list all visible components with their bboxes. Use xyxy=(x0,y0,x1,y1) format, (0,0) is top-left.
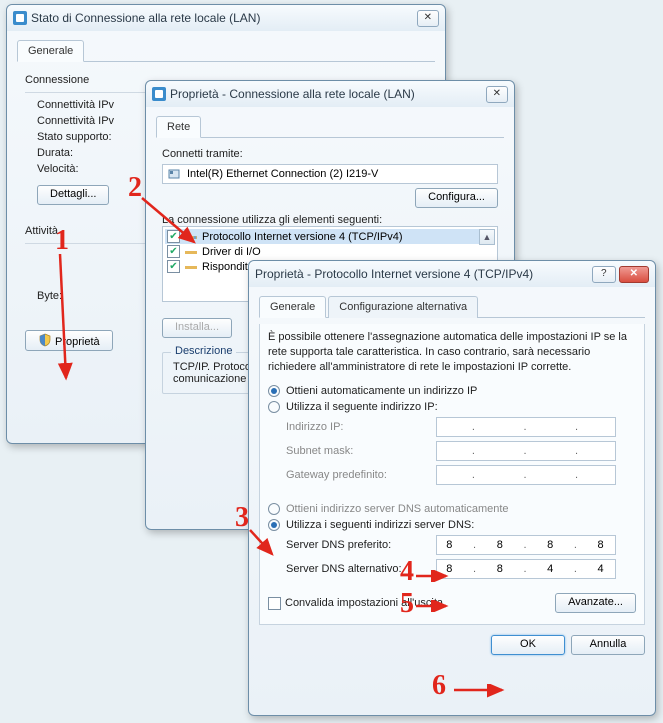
scroll-up-button[interactable]: ▲ xyxy=(479,229,495,245)
close-button[interactable]: ✕ xyxy=(417,10,439,27)
gateway-field: ... xyxy=(436,465,616,485)
section-description: Descrizione xyxy=(171,345,236,357)
ip-address-field: ... xyxy=(436,417,616,437)
protocol-icon xyxy=(184,261,198,273)
cancel-button[interactable]: Annulla xyxy=(571,635,645,655)
label-manual-ip: Utilizza il seguente indirizzo IP: xyxy=(286,401,438,413)
label-ip-address: Indirizzo IP: xyxy=(286,421,436,433)
properties-button[interactable]: Proprietà xyxy=(25,330,113,351)
radio-auto-ip[interactable] xyxy=(268,385,280,397)
label-uses-elements: La connessione utilizza gli elementi seg… xyxy=(162,214,498,226)
subnet-mask-field: ... xyxy=(436,441,616,461)
window-title: Stato di Connessione alla rete locale (L… xyxy=(31,11,414,25)
tabstrip: Generale xyxy=(17,39,435,62)
dns-preferred-field[interactable]: 8.8.8.8 xyxy=(436,535,616,555)
radio-manual-dns[interactable] xyxy=(268,519,280,531)
adapter-name: Intel(R) Ethernet Connection (2) I219-V xyxy=(187,168,378,180)
protocol-icon xyxy=(184,231,198,243)
install-button[interactable]: Installa... xyxy=(162,318,232,338)
close-button[interactable]: ✕ xyxy=(619,266,649,283)
tab-general[interactable]: Generale xyxy=(17,40,84,62)
window-title: Proprietà - Protocollo Internet versione… xyxy=(255,267,589,281)
tab-general[interactable]: Generale xyxy=(259,296,326,318)
tabstrip: Rete xyxy=(156,115,504,138)
network-icon xyxy=(152,87,166,101)
tcpip-properties-window: Proprietà - Protocollo Internet versione… xyxy=(248,260,656,716)
tab-network[interactable]: Rete xyxy=(156,116,201,138)
list-item-label: Protocollo Internet versione 4 (TCP/IPv4… xyxy=(202,231,403,243)
label-dns-alternate: Server DNS alternativo: xyxy=(286,563,436,575)
list-item-tcpip4[interactable]: ✔ Protocollo Internet versione 4 (TCP/IP… xyxy=(165,229,479,244)
label-subnet-mask: Subnet mask: xyxy=(286,445,436,457)
window-title: Proprietà - Connessione alla rete locale… xyxy=(170,87,483,101)
label-auto-ip: Ottieni automaticamente un indirizzo IP xyxy=(286,385,477,397)
titlebar[interactable]: Stato di Connessione alla rete locale (L… xyxy=(7,5,445,31)
network-icon xyxy=(13,11,27,25)
radio-auto-dns[interactable] xyxy=(268,503,280,515)
advanced-button[interactable]: Avanzate... xyxy=(555,593,636,613)
label-gateway: Gateway predefinito: xyxy=(286,469,436,481)
configure-button[interactable]: Configura... xyxy=(415,188,498,208)
checkbox-icon[interactable]: ✔ xyxy=(167,260,180,273)
shield-icon xyxy=(38,333,52,347)
properties-button-label: Proprietà xyxy=(55,336,100,348)
adapter-icon xyxy=(167,167,183,181)
tabstrip: Generale Configurazione alternativa xyxy=(259,295,645,318)
ok-button[interactable]: OK xyxy=(491,635,565,655)
dns-alternate-field[interactable]: 8.8.4.4 xyxy=(436,559,616,579)
checkbox-icon[interactable]: ✔ xyxy=(167,245,180,258)
checkbox-validate[interactable]: ✔ xyxy=(268,597,281,610)
intro-text: È possibile ottenere l'assegnazione auto… xyxy=(268,330,636,375)
label-dns-preferred: Server DNS preferito: xyxy=(286,539,436,551)
label-validate: Convalida impostazioni all'uscita xyxy=(285,597,443,609)
titlebar[interactable]: Proprietà - Connessione alla rete locale… xyxy=(146,81,514,107)
details-button[interactable]: Dettagli... xyxy=(37,185,109,205)
label-connect-via: Connetti tramite: xyxy=(162,148,498,160)
radio-manual-ip[interactable] xyxy=(268,401,280,413)
list-item-label: Driver di I/O xyxy=(202,246,261,258)
protocol-icon xyxy=(184,246,198,258)
help-button[interactable]: ? xyxy=(592,266,616,283)
list-item-iodriver[interactable]: ✔ Driver di I/O xyxy=(165,244,479,259)
tab-alt-config[interactable]: Configurazione alternativa xyxy=(328,296,478,318)
adapter-field: Intel(R) Ethernet Connection (2) I219-V xyxy=(162,164,498,184)
label-auto-dns: Ottieni indirizzo server DNS automaticam… xyxy=(286,503,509,515)
label-manual-dns: Utilizza i seguenti indirizzi server DNS… xyxy=(286,519,474,531)
checkbox-icon[interactable]: ✔ xyxy=(167,230,180,243)
titlebar[interactable]: Proprietà - Protocollo Internet versione… xyxy=(249,261,655,287)
close-button[interactable]: ✕ xyxy=(486,86,508,103)
